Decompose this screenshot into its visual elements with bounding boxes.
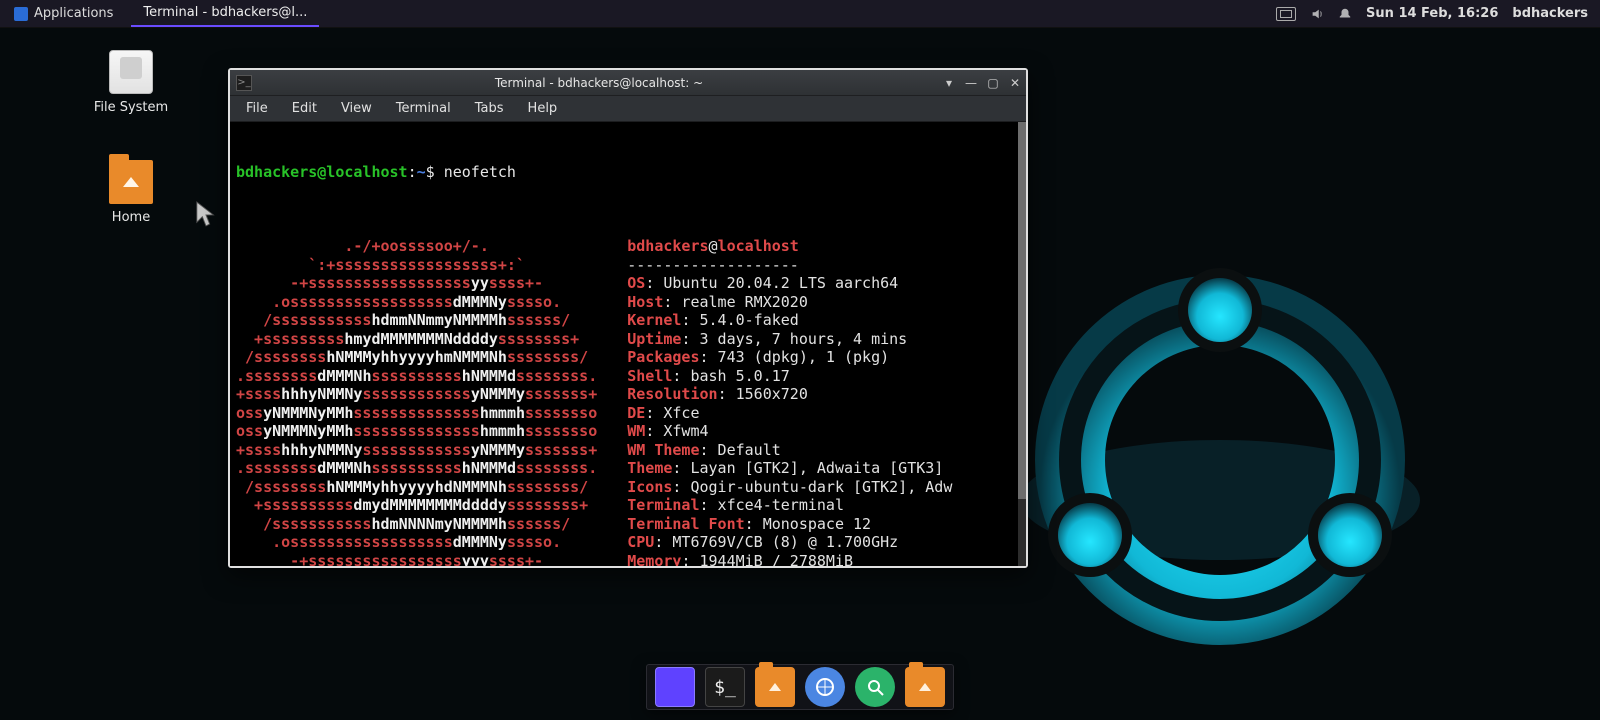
dock-item-file-manager[interactable] (755, 667, 795, 707)
cursor-icon (195, 200, 217, 228)
terminal-window: >_ Terminal - bdhackers@localhost: ~ ▾ —… (228, 68, 1028, 568)
taskbar-item-label: Terminal - bdhackers@l... (143, 5, 307, 20)
titlebar[interactable]: >_ Terminal - bdhackers@localhost: ~ ▾ —… (230, 70, 1026, 96)
maximize-button[interactable]: ▢ (982, 73, 1004, 93)
shade-button[interactable]: ▾ (938, 73, 960, 93)
neofetch-row: WM Theme: Default (627, 441, 952, 460)
neofetch-row: Kernel: 5.4.0-faked (627, 311, 952, 330)
close-button[interactable]: ✕ (1004, 73, 1026, 93)
neofetch-row: Host: realme RMX2020 (627, 293, 952, 312)
dock-item-terminal-app[interactable]: $_ (705, 667, 745, 707)
user-label[interactable]: bdhackers (1512, 6, 1588, 21)
dock-item-home-folder[interactable] (905, 667, 945, 707)
prompt-userhost: bdhackers@localhost (236, 163, 408, 181)
neofetch-row: Memory: 1944MiB / 2788MiB (627, 552, 952, 567)
neofetch-info: bdhackers@localhost-------------------OS… (627, 237, 952, 566)
menubar: File Edit View Terminal Tabs Help (230, 96, 1026, 122)
menu-tabs[interactable]: Tabs (465, 98, 514, 119)
menu-terminal[interactable]: Terminal (386, 98, 461, 119)
neofetch-row: Terminal Font: Monospace 12 (627, 515, 952, 534)
dock: $_ (646, 664, 954, 710)
dock-item-web-browser[interactable] (805, 667, 845, 707)
neofetch-row: Packages: 743 (dpkg), 1 (pkg) (627, 348, 952, 367)
dock-item-search-app[interactable] (855, 667, 895, 707)
notifications-icon[interactable] (1338, 7, 1352, 21)
neofetch-row: Uptime: 3 days, 7 hours, 4 mins (627, 330, 952, 349)
applications-label: Applications (34, 6, 113, 21)
menu-file[interactable]: File (236, 98, 278, 119)
menu-view[interactable]: View (331, 98, 382, 119)
desktop-icon-label: File System (86, 100, 176, 115)
desktop-icon-label: Home (86, 210, 176, 225)
scrollbar[interactable] (1018, 122, 1026, 566)
neofetch-row: Shell: bash 5.0.17 (627, 367, 952, 386)
folder-home-icon (109, 160, 153, 204)
desktop-icon-home[interactable]: Home (86, 160, 176, 225)
neofetch-row: Icons: Qogir-ubuntu-dark [GTK2], Adw (627, 478, 952, 497)
neofetch-row: CPU: MT6769V/CB (8) @ 1.700GHz (627, 533, 952, 552)
scrollbar-thumb[interactable] (1018, 122, 1026, 499)
neofetch-row: Theme: Layan [GTK2], Adwaita [GTK3] (627, 459, 952, 478)
menu-help[interactable]: Help (518, 98, 568, 119)
menu-edit[interactable]: Edit (282, 98, 327, 119)
window-title: Terminal - bdhackers@localhost: ~ (260, 76, 938, 90)
terminal-body[interactable]: bdhackers@localhost:~$ neofetch .-/+ooss… (230, 122, 1026, 566)
volume-icon[interactable] (1310, 7, 1324, 21)
prompt-line: bdhackers@localhost:~$ neofetch (236, 163, 1020, 182)
system-tray: Sun 14 Feb, 16:26 bdhackers (1276, 6, 1594, 21)
minimize-button[interactable]: — (960, 73, 982, 93)
wallpaper-logo (960, 160, 1480, 680)
top-panel: Applications Terminal - bdhackers@l... S… (0, 0, 1600, 28)
neofetch-ascii-logo: .-/+oossssoo+/-. `:+ssssssssssssssssss+:… (236, 237, 597, 566)
neofetch-output: .-/+oossssoo+/-. `:+ssssssssssssssssss+:… (236, 237, 1020, 566)
keyboard-layout-icon[interactable] (1276, 7, 1296, 21)
neofetch-row: OS: Ubuntu 20.04.2 LTS aarch64 (627, 274, 952, 293)
neofetch-row: DE: Xfce (627, 404, 952, 423)
clock[interactable]: Sun 14 Feb, 16:26 (1366, 6, 1498, 21)
distro-logo-icon (14, 7, 28, 21)
neofetch-row: Resolution: 1560x720 (627, 385, 952, 404)
drive-icon (109, 50, 153, 94)
applications-menu[interactable]: Applications (6, 0, 121, 27)
neofetch-row: Terminal: xfce4-terminal (627, 496, 952, 515)
dock-item-desktop-pager[interactable] (655, 667, 695, 707)
neofetch-row: WM: Xfwm4 (627, 422, 952, 441)
desktop-icon-filesystem[interactable]: File System (86, 50, 176, 115)
taskbar-item-terminal[interactable]: Terminal - bdhackers@l... (131, 0, 319, 27)
terminal-icon: >_ (236, 75, 252, 91)
command-text: neofetch (444, 163, 516, 181)
